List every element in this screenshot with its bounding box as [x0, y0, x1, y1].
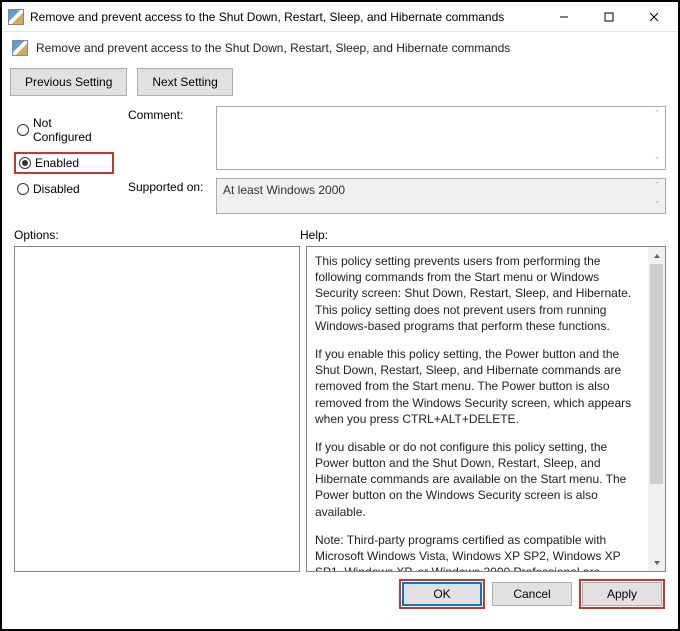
- titlebar: Remove and prevent access to the Shut Do…: [2, 2, 678, 32]
- maximize-button[interactable]: [586, 3, 631, 31]
- options-label: Options:: [14, 228, 300, 242]
- supported-label: Supported on:: [128, 178, 208, 194]
- comment-row: Comment: ˆ ˇ: [128, 106, 666, 170]
- window-controls: [541, 3, 676, 31]
- minimize-button[interactable]: [541, 3, 586, 31]
- options-pane: [14, 246, 300, 572]
- radio-icon: [19, 157, 31, 169]
- radio-icon: [17, 124, 29, 136]
- scroll-up-icon: ˆ: [651, 110, 663, 119]
- apply-button[interactable]: Apply: [582, 582, 662, 606]
- help-paragraph: This policy setting prevents users from …: [315, 253, 640, 334]
- close-button[interactable]: [631, 3, 676, 31]
- scroll-up-button[interactable]: [648, 247, 665, 264]
- fields-column: Comment: ˆ ˇ Supported on: At least Wind…: [128, 106, 666, 214]
- supported-display: At least Windows 2000 ˆ ˇ: [216, 178, 666, 214]
- scroll-down-icon: ˇ: [651, 157, 663, 166]
- comment-label: Comment:: [128, 106, 208, 122]
- help-pane: This policy setting prevents users from …: [306, 246, 666, 572]
- comment-scrollbar[interactable]: ˆ ˇ: [651, 110, 663, 166]
- radio-not-configured[interactable]: Not Configured: [14, 114, 114, 146]
- supported-row: Supported on: At least Windows 2000 ˆ ˇ: [128, 178, 666, 214]
- help-paragraph: Note: Third-party programs certified as …: [315, 532, 640, 571]
- config-area: Not Configured Enabled Disabled Comment:…: [2, 106, 678, 222]
- radio-disabled[interactable]: Disabled: [14, 180, 114, 198]
- scroll-down-icon: ˇ: [651, 201, 663, 210]
- ok-button[interactable]: OK: [402, 582, 482, 606]
- nav-row: Previous Setting Next Setting: [2, 64, 678, 106]
- help-text: This policy setting prevents users from …: [307, 247, 648, 571]
- help-paragraph: If you disable or do not configure this …: [315, 439, 640, 520]
- policy-title: Remove and prevent access to the Shut Do…: [36, 41, 510, 55]
- state-radios: Not Configured Enabled Disabled: [14, 106, 114, 214]
- scroll-track[interactable]: [648, 264, 665, 554]
- footer: OK Cancel Apply: [2, 572, 678, 616]
- window-title: Remove and prevent access to the Shut Do…: [30, 10, 541, 24]
- help-paragraph: If you enable this policy setting, the P…: [315, 346, 640, 427]
- radio-label: Not Configured: [33, 116, 111, 144]
- cancel-button[interactable]: Cancel: [492, 582, 572, 606]
- scroll-up-icon: ˆ: [651, 182, 663, 191]
- supported-scrollbar[interactable]: ˆ ˇ: [651, 182, 663, 210]
- next-setting-button[interactable]: Next Setting: [137, 68, 232, 96]
- scroll-thumb[interactable]: [650, 264, 663, 484]
- policy-icon: [12, 40, 28, 56]
- radio-label: Enabled: [35, 156, 79, 170]
- supported-value: At least Windows 2000: [223, 183, 345, 197]
- scroll-down-button[interactable]: [648, 554, 665, 571]
- radio-enabled[interactable]: Enabled: [14, 152, 114, 174]
- help-label: Help:: [300, 228, 328, 242]
- comment-input[interactable]: ˆ ˇ: [216, 106, 666, 170]
- subheader: Remove and prevent access to the Shut Do…: [2, 32, 678, 64]
- panes: This policy setting prevents users from …: [2, 246, 678, 572]
- app-icon: [8, 9, 24, 25]
- radio-icon: [17, 183, 29, 195]
- help-scrollbar[interactable]: [648, 247, 665, 571]
- previous-setting-button[interactable]: Previous Setting: [10, 68, 127, 96]
- section-labels: Options: Help:: [2, 222, 678, 246]
- radio-label: Disabled: [33, 182, 80, 196]
